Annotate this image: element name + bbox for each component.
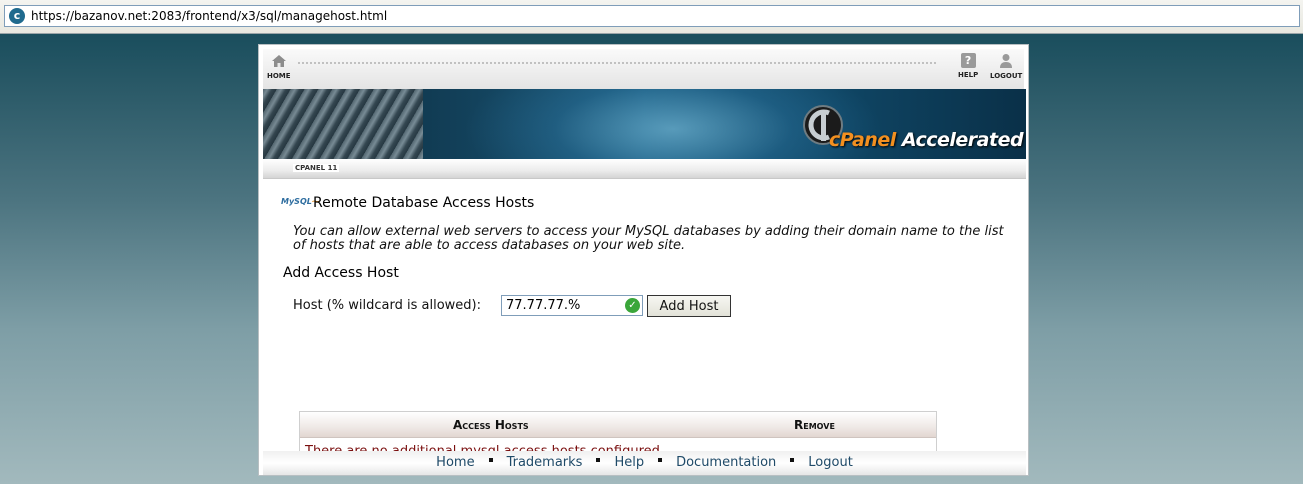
toolbar-divider xyxy=(297,61,937,65)
footer-separator xyxy=(658,458,663,462)
logout-nav-button[interactable]: LOGOUT xyxy=(990,53,1022,80)
column-header-remove: Remove xyxy=(794,418,835,432)
top-toolbar: HOME ? HELP LOGOUT xyxy=(263,49,1024,89)
help-label: HELP xyxy=(958,71,979,79)
home-label: HOME xyxy=(267,72,291,80)
cpanel-brand-text: cPanel Accelerated xyxy=(829,129,1024,151)
home-nav-button[interactable]: HOME xyxy=(267,53,291,80)
browser-address-bar: c https://bazanov.net:2083/frontend/x3/s… xyxy=(0,0,1303,34)
footer-link-help[interactable]: Help xyxy=(614,455,644,470)
add-access-host-heading: Add Access Host xyxy=(283,265,399,281)
home-icon xyxy=(271,55,286,67)
footer-separator xyxy=(596,458,601,462)
page-description: You can allow external web servers to ac… xyxy=(293,224,1004,253)
footer-link-trademarks[interactable]: Trademarks xyxy=(507,455,583,470)
url-text[interactable]: https://bazanov.net:2083/frontend/x3/sql… xyxy=(31,9,387,23)
host-field-label: Host (% wildcard is allowed): xyxy=(293,298,482,313)
add-host-button[interactable]: Add Host xyxy=(647,295,731,317)
network-cables-graphic xyxy=(263,89,423,159)
cpanel-window: HOME ? HELP LOGOUT cPanel Accelerated CP… xyxy=(258,44,1029,476)
main-content: MySQL⁓ Remote Database Access Hosts You … xyxy=(259,179,1028,465)
footer-separator xyxy=(790,458,795,462)
help-icon: ? xyxy=(960,53,976,68)
host-input[interactable] xyxy=(501,295,643,316)
cpanel-banner: cPanel Accelerated xyxy=(263,89,1026,159)
version-strip: CPANEL 11 xyxy=(263,159,1026,179)
footer-nav: Home Trademarks Help Documentation Logout xyxy=(263,451,1026,475)
footer-link-home[interactable]: Home xyxy=(436,455,474,470)
help-nav-button[interactable]: ? HELP xyxy=(958,53,978,79)
site-favicon-icon: c xyxy=(9,8,25,24)
valid-check-icon: ✓ xyxy=(625,298,640,313)
column-header-access-hosts: Access Hosts xyxy=(453,418,529,432)
logout-icon xyxy=(1000,54,1013,68)
page-title: Remote Database Access Hosts xyxy=(313,195,535,211)
version-label: CPANEL 11 xyxy=(293,164,340,172)
footer-separator xyxy=(488,458,493,462)
mysql-icon: MySQL⁓ xyxy=(281,197,320,206)
logout-label: LOGOUT xyxy=(990,72,1023,80)
table-header-row: Access Hosts Remove xyxy=(300,412,936,438)
footer-link-documentation[interactable]: Documentation xyxy=(676,455,776,470)
url-field[interactable]: c https://bazanov.net:2083/frontend/x3/s… xyxy=(4,5,1300,27)
footer-link-logout[interactable]: Logout xyxy=(808,455,853,470)
